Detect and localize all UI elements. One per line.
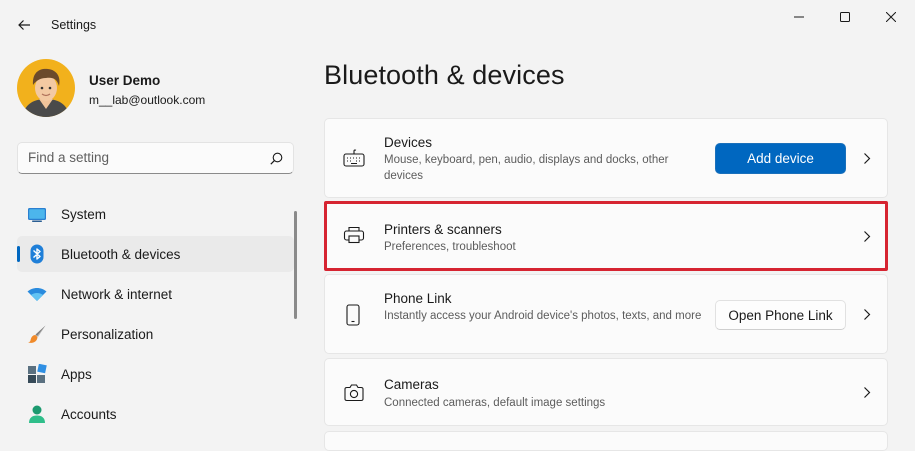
search-box[interactable] — [17, 142, 294, 174]
printers-title: Printers & scanners — [384, 222, 502, 237]
sidebar-item-label: Accounts — [61, 406, 117, 422]
sidebar-item-label: System — [61, 206, 107, 222]
phone-link-card[interactable]: Phone Link Instantly access your Android… — [324, 274, 888, 354]
chevron-right-icon[interactable] — [863, 230, 871, 243]
active-indicator — [17, 246, 20, 262]
sidebar-item-accounts[interactable]: Accounts — [17, 396, 294, 432]
avatar[interactable] — [17, 59, 75, 117]
page-title: Bluetooth & devices — [324, 60, 565, 90]
sidebar-item-bluetooth[interactable]: Bluetooth & devices — [17, 236, 294, 272]
user-avatar-icon — [17, 59, 75, 117]
add-device-button[interactable]: Add device — [715, 143, 846, 174]
phone-link-description: Instantly access your Android device's p… — [384, 310, 702, 322]
devices-description: Mouse, keyboard, pen, audio, displays an… — [384, 154, 669, 182]
camera-icon — [344, 384, 364, 402]
keyboard-icon — [343, 149, 365, 167]
app-title: Settings — [51, 18, 97, 32]
user-name: User Demo — [89, 73, 161, 88]
devices-card[interactable]: Devices Mouse, keyboard, pen, audio, dis… — [324, 118, 888, 198]
user-email: m__lab@outlook.com — [89, 93, 206, 107]
search-icon[interactable] — [270, 152, 283, 165]
phone-link-title: Phone Link — [384, 291, 452, 306]
paintbrush-icon — [28, 325, 46, 343]
close-icon — [886, 12, 896, 22]
minimize-icon — [794, 16, 804, 18]
sidebar-item-label: Apps — [61, 366, 92, 382]
sidebar-scrollbar[interactable] — [294, 211, 297, 319]
cameras-description: Connected cameras, default image setting… — [384, 397, 606, 409]
wifi-icon — [27, 287, 47, 301]
printer-icon — [343, 226, 365, 244]
cameras-card[interactable]: Cameras Connected cameras, default image… — [324, 358, 888, 426]
sidebar-nav: System Bluetooth & devices Network & int… — [17, 196, 294, 436]
title-bar: Settings — [0, 0, 915, 48]
sidebar-item-apps[interactable]: Apps — [17, 356, 294, 392]
back-button[interactable] — [8, 10, 40, 40]
devices-title: Devices — [384, 135, 433, 150]
minimize-button[interactable] — [776, 0, 822, 34]
sidebar-item-label: Bluetooth & devices — [61, 246, 181, 262]
chevron-right-icon[interactable] — [863, 308, 871, 321]
printers-description: Preferences, troubleshoot — [384, 241, 516, 253]
open-phone-link-button[interactable]: Open Phone Link — [715, 300, 846, 330]
sidebar-item-label: Network & internet — [61, 286, 173, 302]
cameras-title: Cameras — [384, 377, 439, 392]
chevron-right-icon[interactable] — [863, 152, 871, 165]
bluetooth-icon — [30, 244, 44, 264]
sidebar-item-network[interactable]: Network & internet — [17, 276, 294, 312]
back-arrow-icon — [18, 20, 30, 30]
apps-icon — [28, 364, 47, 383]
monitor-icon — [28, 208, 46, 222]
search-input[interactable] — [28, 150, 258, 165]
phone-icon — [346, 304, 360, 326]
sidebar-item-label: Personalization — [61, 326, 154, 342]
close-button[interactable] — [868, 0, 914, 34]
maximize-button[interactable] — [822, 0, 868, 34]
sidebar-item-personalization[interactable]: Personalization — [17, 316, 294, 352]
maximize-icon — [840, 12, 850, 22]
sidebar-item-system[interactable]: System — [17, 196, 294, 232]
printers-scanners-card[interactable]: Printers & scanners Preferences, trouble… — [324, 202, 888, 269]
next-card[interactable] — [324, 431, 888, 451]
chevron-right-icon[interactable] — [863, 386, 871, 399]
person-icon — [29, 405, 45, 423]
